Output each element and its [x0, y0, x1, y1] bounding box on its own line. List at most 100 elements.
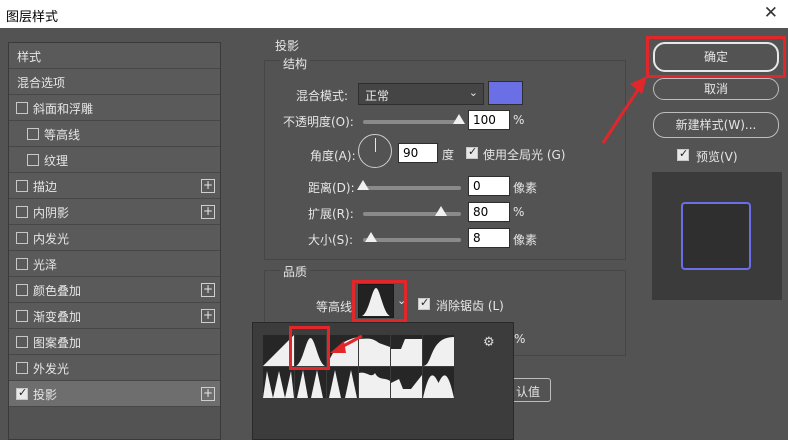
style-item[interactable]: 图案叠加 — [9, 329, 220, 355]
contour-preset[interactable] — [327, 367, 358, 398]
style-item[interactable]: 投影 + — [9, 381, 220, 407]
style-item-label: 等高线 — [44, 128, 81, 142]
contour-highlight-box — [352, 280, 407, 322]
shadow-color-swatch[interactable] — [488, 81, 523, 105]
style-item-checkbox[interactable] — [16, 102, 28, 114]
ok-highlight-box — [646, 36, 786, 78]
global-light-checkbox[interactable] — [466, 145, 478, 159]
opacity-unit: % — [513, 113, 525, 127]
anti-alias-checkbox[interactable] — [418, 296, 430, 310]
preview-checkbox[interactable] — [677, 147, 689, 161]
add-effect-icon[interactable]: + — [201, 387, 215, 401]
style-item-label: 纹理 — [44, 154, 69, 168]
size-slider-thumb[interactable] — [365, 232, 377, 242]
gear-icon[interactable]: ⚙ — [483, 335, 495, 350]
style-item-checkbox[interactable] — [16, 206, 28, 218]
contour-preset-icon — [297, 370, 323, 398]
blend-mode-select[interactable]: 正常 ⌄ — [358, 83, 484, 105]
style-item[interactable]: 光泽 — [9, 251, 220, 277]
style-item-checkbox[interactable] — [27, 154, 39, 166]
style-item-checkbox[interactable] — [16, 362, 28, 374]
style-item-checkbox[interactable] — [16, 258, 28, 270]
contour-preset[interactable] — [391, 335, 422, 366]
angle-needle — [375, 138, 376, 152]
structure-title: 结构 — [280, 55, 311, 72]
contour-preset[interactable] — [263, 367, 294, 398]
action-panel: 确定 取消 新建样式(W)... 预览(V) — [640, 36, 788, 440]
cancel-button[interactable]: 取消 — [653, 78, 779, 100]
spread-label: 扩展(R): — [308, 207, 354, 221]
style-item[interactable]: 纹理 — [9, 147, 220, 173]
opacity-input[interactable]: 100 — [468, 110, 510, 130]
contour-preset-icon — [359, 372, 390, 398]
contour-preset-icon — [329, 370, 357, 398]
style-item-checkbox[interactable] — [16, 232, 28, 244]
distance-unit: 像素 — [513, 181, 538, 195]
style-item[interactable]: 等高线 — [9, 121, 220, 147]
add-effect-icon[interactable]: + — [201, 283, 215, 297]
style-item-label: 投影 — [33, 388, 58, 402]
add-effect-icon[interactable]: + — [201, 179, 215, 193]
contour-preset-icon — [359, 338, 390, 366]
spread-slider[interactable] — [363, 206, 461, 216]
contour-preset[interactable] — [359, 335, 390, 366]
contour-preset[interactable] — [391, 367, 422, 398]
distance-slider[interactable] — [357, 180, 461, 190]
distance-slider-thumb[interactable] — [357, 180, 369, 190]
style-item-checkbox[interactable] — [16, 180, 28, 192]
contour-preset[interactable] — [423, 335, 454, 366]
size-unit: 像素 — [513, 233, 538, 247]
spread-value: 80 — [473, 205, 489, 219]
style-item[interactable]: 颜色叠加 + — [9, 277, 220, 303]
style-item-label: 图案叠加 — [33, 336, 82, 350]
style-item[interactable]: 样式 — [9, 43, 220, 69]
style-item[interactable]: 内阴影 + — [9, 199, 220, 225]
spread-input[interactable]: 80 — [468, 202, 510, 222]
angle-input[interactable]: 90 — [398, 143, 438, 163]
style-item[interactable]: 混合选项 — [9, 69, 220, 95]
style-item[interactable]: 内发光 — [9, 225, 220, 251]
set-default-button[interactable]: 认值 — [511, 378, 551, 402]
distance-input[interactable]: 0 — [468, 176, 510, 196]
style-item-label: 内发光 — [33, 232, 70, 246]
style-item-checkbox[interactable] — [16, 386, 28, 400]
style-item-checkbox[interactable] — [16, 284, 28, 296]
quality-title: 品质 — [280, 263, 311, 280]
contour-preset[interactable] — [295, 367, 326, 398]
style-list: 样式 混合选项 斜面和浮雕 等高线 纹理 描边 + 内阴影 + 内发光 光泽 颜色叠加 + 渐变叠加 + 图案… — [8, 42, 221, 440]
contour-preset[interactable] — [327, 335, 358, 366]
preview-thumbnail — [652, 172, 782, 300]
contour-cell-highlight — [289, 326, 330, 370]
contour-preset[interactable] — [359, 367, 390, 398]
size-label: 大小(S): — [308, 233, 354, 247]
style-item[interactable]: 斜面和浮雕 — [9, 95, 220, 121]
add-effect-icon[interactable]: + — [201, 309, 215, 323]
style-item-checkbox[interactable] — [27, 128, 39, 140]
style-item-checkbox[interactable] — [16, 310, 28, 322]
chevron-down-icon: ⌄ — [468, 86, 478, 99]
contour-popup: ⚙ — [252, 322, 514, 440]
style-item[interactable]: 渐变叠加 + — [9, 303, 220, 329]
opacity-slider-thumb[interactable] — [453, 114, 465, 124]
add-effect-icon[interactable]: + — [201, 205, 215, 219]
spread-slider-thumb[interactable] — [435, 206, 447, 216]
style-item[interactable]: 描边 + — [9, 173, 220, 199]
style-item-label: 斜面和浮雕 — [33, 102, 94, 116]
contour-preset-icon — [327, 337, 358, 366]
contour-preset-icon — [263, 371, 294, 398]
angle-dial[interactable] — [358, 134, 392, 168]
opacity-label: 不透明度(O): — [283, 115, 354, 129]
new-style-button[interactable]: 新建样式(W)... — [653, 112, 779, 138]
contour-preset[interactable] — [423, 367, 454, 398]
style-item-label: 外发光 — [33, 362, 70, 376]
style-item-label: 描边 — [33, 180, 58, 194]
style-item-label: 渐变叠加 — [33, 310, 82, 324]
size-input[interactable]: 8 — [468, 228, 510, 248]
style-item[interactable]: 外发光 — [9, 355, 220, 381]
preview-shape — [681, 202, 751, 270]
style-item-checkbox[interactable] — [16, 336, 28, 348]
opacity-slider[interactable] — [363, 114, 465, 124]
size-slider[interactable] — [363, 232, 461, 242]
angle-label: 角度(A): — [310, 149, 356, 163]
close-icon[interactable]: ✕ — [764, 3, 778, 23]
